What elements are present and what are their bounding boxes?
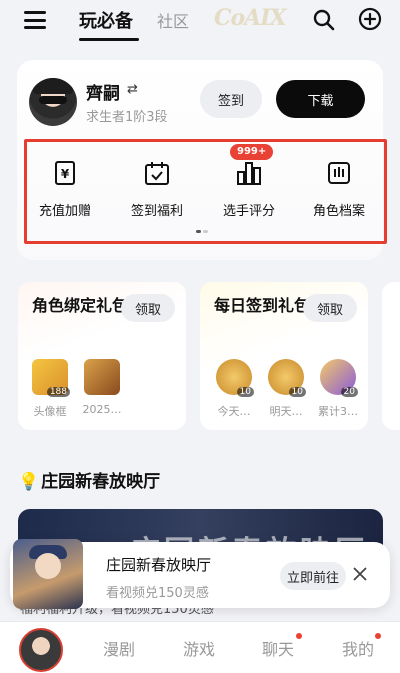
feature-label: 选手评分 — [222, 204, 275, 219]
puzzle-icon: 10 — [216, 359, 254, 397]
close-icon[interactable] — [352, 566, 368, 582]
svg-text:¥: ¥ — [61, 167, 70, 181]
feature-player-rating[interactable]: 选手评分 — [209, 160, 289, 219]
gift-item: 10 明天… — [264, 359, 308, 419]
username: 齊嗣 — [86, 84, 120, 104]
event-popup[interactable]: 庄园新春放映厅 看视频兑150灵感 立即前往 — [10, 539, 390, 609]
me-unread-dot — [375, 633, 381, 639]
feature-label: 签到福利 — [130, 204, 183, 219]
nav-item-chat[interactable]: 聊天 — [262, 636, 294, 660]
tab-community[interactable]: 社区 — [157, 8, 189, 32]
puzzle-icon: 20 — [320, 359, 358, 397]
popup-title: 庄园新春放映厅 — [106, 556, 212, 574]
gift-card-partial[interactable] — [382, 282, 400, 430]
gift-card-role-binding[interactable]: 角色绑定礼包 领取 188 头像框 2025… — [18, 282, 186, 430]
gift-item: 2025… — [80, 359, 124, 416]
add-circle-icon[interactable] — [358, 7, 382, 31]
coaix-logo[interactable]: CoAIX — [214, 5, 287, 31]
gift-item: 10 今天… — [212, 359, 256, 419]
calendar-check-icon — [145, 162, 169, 185]
section-title: 💡 庄园新春放映厅 — [18, 472, 161, 492]
nav-item-me[interactable]: 我的 — [342, 636, 374, 660]
active-tab-indicator — [79, 38, 139, 41]
bottom-nav: 漫剧 游戏 聊天 我的 — [0, 621, 400, 673]
feature-label: 角色档案 — [312, 204, 365, 219]
profile-archive-icon — [328, 162, 350, 184]
puzzle-icon: 10 — [268, 359, 306, 397]
gift-card-title: 角色绑定礼包 — [32, 296, 129, 315]
popup-thumbnail — [13, 539, 83, 609]
search-icon[interactable] — [312, 8, 336, 32]
feature-shortcuts: 999+ ¥ 充值加赠 签到福利 选手评分 角色档案 — [24, 139, 387, 244]
checkin-button[interactable]: 签到 — [200, 80, 262, 118]
download-button[interactable]: 下载 — [276, 80, 365, 118]
gift-item: 188 头像框 — [28, 359, 72, 419]
nav-item-games[interactable]: 游戏 — [183, 636, 215, 660]
go-now-button[interactable]: 立即前往 — [280, 562, 346, 590]
top-bar: 玩必备 社区 CoAIX — [0, 0, 400, 44]
nav-avatar[interactable] — [19, 628, 63, 672]
chat-unread-dot — [296, 633, 302, 639]
avatar[interactable] — [29, 78, 77, 126]
bar-chart-icon — [237, 162, 261, 185]
gift-item: 20 累计3… — [316, 359, 360, 419]
yen-voucher-icon: ¥ — [55, 161, 75, 185]
lightbulb-icon: 💡 — [18, 472, 40, 492]
switch-account-icon[interactable]: ⇄ — [127, 82, 138, 97]
menu-icon[interactable] — [24, 9, 46, 31]
feature-character-archive[interactable]: 角色档案 — [299, 160, 379, 219]
profile-card: 齊嗣 ⇄ 求生者1阶3段 签到 下载 999+ ¥ 充值加赠 签到福利 选手评分… — [17, 60, 387, 260]
feature-checkin-rewards[interactable]: 签到福利 — [117, 160, 197, 219]
claim-button[interactable]: 领取 — [303, 294, 357, 322]
notification-badge: 999+ — [230, 144, 274, 160]
rank-text: 求生者1阶3段 — [86, 110, 168, 125]
puzzle-icon: 188 — [32, 359, 70, 397]
claim-button[interactable]: 领取 — [121, 294, 175, 322]
gift-card-title: 每日签到礼包 — [214, 296, 311, 315]
avatar-frame-icon — [84, 359, 120, 395]
popup-subtitle: 看视频兑150灵感 — [106, 586, 209, 601]
tab-essentials[interactable]: 玩必备 — [79, 7, 133, 33]
gift-card-daily-checkin[interactable]: 每日签到礼包 领取 10 今天… 10 明天… 20 累计3… — [200, 282, 368, 430]
feature-recharge-bonus[interactable]: ¥ 充值加赠 — [25, 160, 105, 219]
nav-item-drama[interactable]: 漫剧 — [103, 636, 135, 660]
feature-label: 充值加赠 — [38, 204, 91, 219]
